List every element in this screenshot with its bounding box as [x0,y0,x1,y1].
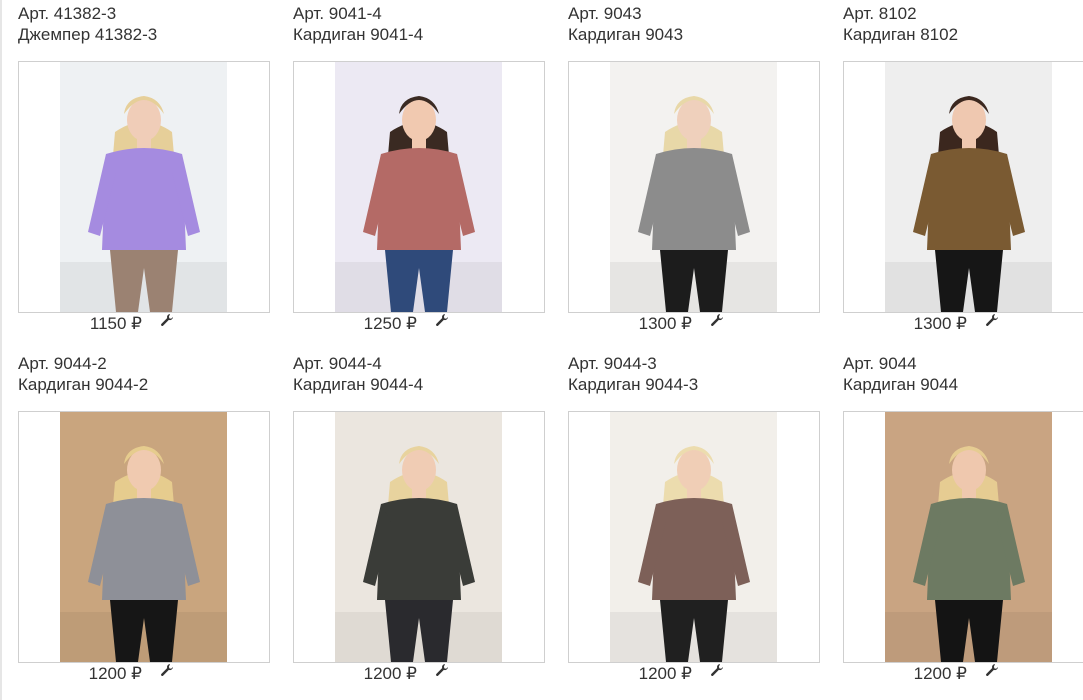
product-photo [885,412,1052,662]
wrench-icon[interactable] [160,663,176,681]
wrench-icon[interactable] [710,313,726,331]
price-row: 1300 ₽ [843,313,1083,335]
price-row: 1300 ₽ [568,313,818,335]
product-title[interactable]: Кардиган 9044 [843,375,958,395]
product-image[interactable] [843,61,1083,313]
product-card: Арт. 9044-2 Кардиган 9044-2 1200 ₽ [18,350,273,700]
wrench-icon[interactable] [710,663,726,681]
product-price: 1300 ₽ [638,314,692,333]
product-price: 1150 ₽ [89,314,142,333]
product-card: Арт. 9043 Кардиган 9043 1300 ₽ [568,0,823,350]
product-image[interactable] [293,61,545,313]
product-photo [610,62,777,312]
product-sku: Арт. 8102 [843,4,917,23]
product-photo [335,62,502,312]
product-sku: Арт. 9044-3 [568,354,657,373]
price-row: 1200 ₽ [293,663,543,685]
product-sku: Арт. 9044 [843,354,917,373]
price-row: 1250 ₽ [293,313,543,335]
product-photo [60,412,227,662]
product-image[interactable] [18,411,270,663]
product-photo [335,412,502,662]
product-price: 1250 ₽ [363,314,417,333]
product-image[interactable] [293,411,545,663]
wrench-icon[interactable] [985,313,1001,331]
product-image[interactable] [18,61,270,313]
price-row: 1150 ₽ [18,313,268,335]
product-title[interactable]: Кардиган 9043 [568,25,683,45]
price-row: 1200 ₽ [843,663,1083,685]
product-title[interactable]: Джемпер 41382-3 [18,25,157,45]
left-border [0,0,2,700]
product-title[interactable]: Кардиган 8102 [843,25,958,45]
product-title[interactable]: Кардиган 9044-3 [568,375,698,395]
product-photo [885,62,1052,312]
wrench-icon[interactable] [985,663,1001,681]
product-price: 1200 ₽ [913,664,967,683]
product-price: 1200 ₽ [363,664,417,683]
price-row: 1200 ₽ [568,663,818,685]
product-sku: Арт. 9041-4 [293,4,382,23]
product-title[interactable]: Кардиган 9044-4 [293,375,423,395]
product-card: Арт. 41382-3 Джемпер 41382-3 1150 ₽ [18,0,273,350]
product-title[interactable]: Кардиган 9041-4 [293,25,423,45]
product-sku: Арт. 9044-4 [293,354,382,373]
product-image[interactable] [568,61,820,313]
product-image[interactable] [568,411,820,663]
product-price: 1300 ₽ [913,314,967,333]
wrench-icon[interactable] [160,313,176,331]
wrench-icon[interactable] [435,313,451,331]
product-sku: Арт. 9043 [568,4,642,23]
product-card: Арт. 9041-4 Кардиган 9041-4 1250 ₽ [293,0,548,350]
product-title[interactable]: Кардиган 9044-2 [18,375,148,395]
product-sku: Арт. 9044-2 [18,354,107,373]
wrench-icon[interactable] [435,663,451,681]
price-row: 1200 ₽ [18,663,268,685]
product-price: 1200 ₽ [88,664,142,683]
product-card: Арт. 8102 Кардиган 8102 1300 ₽ [843,0,1083,350]
product-card: Арт. 9044-3 Кардиган 9044-3 1200 ₽ [568,350,823,700]
product-card: Арт. 9044 Кардиган 9044 1200 ₽ [843,350,1083,700]
product-card: Арт. 9044-4 Кардиган 9044-4 1200 ₽ [293,350,548,700]
product-photo [610,412,777,662]
product-sku: Арт. 41382-3 [18,4,117,23]
product-photo [60,62,227,312]
product-price: 1200 ₽ [638,664,692,683]
product-image[interactable] [843,411,1083,663]
